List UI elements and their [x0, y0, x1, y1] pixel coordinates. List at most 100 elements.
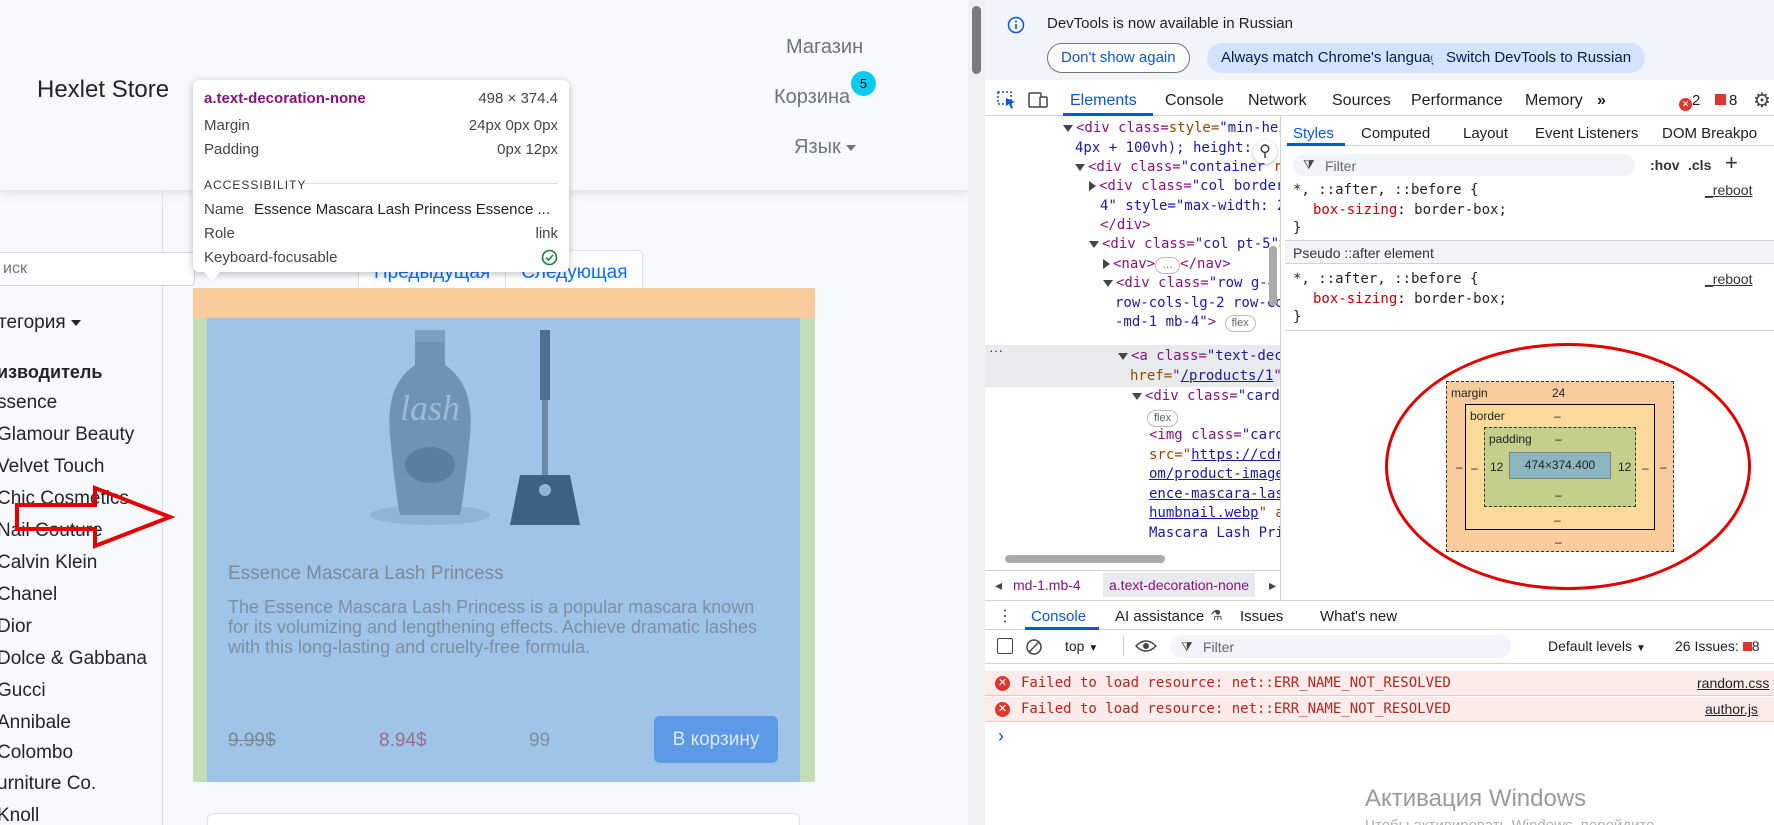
dom-node[interactable]: <div class="col pt-5"> [1089, 236, 1280, 252]
drawer-tab-console[interactable]: Console [1031, 608, 1086, 625]
error-icon: ✕ [995, 702, 1010, 717]
expand-caret-icon [1118, 352, 1128, 360]
add-to-cart-button[interactable]: В корзину [654, 716, 778, 763]
inspect-element-icon[interactable] [997, 91, 1017, 109]
brand-filter-item[interactable]: Glamour Beauty [0, 424, 134, 446]
dom-node[interactable]: <div class="container ro [1075, 159, 1280, 175]
tooltip-pointer [203, 271, 221, 281]
info-icon [1007, 16, 1025, 34]
language-dropdown[interactable]: Язык [794, 136, 856, 159]
eye-icon[interactable] [1135, 639, 1157, 653]
drawer-tab-whats-new[interactable]: What's new [1320, 608, 1397, 625]
style-declaration[interactable]: box-sizing: border-box; [1313, 202, 1507, 218]
tooltip-role-label: Role [204, 225, 235, 242]
collapsed-badge[interactable]: … [1155, 257, 1181, 274]
clear-console-icon[interactable] [1025, 638, 1043, 656]
style-rule-source[interactable]: _reboot [1705, 182, 1752, 198]
issues-summary[interactable]: 26 Issues: 8 [1675, 638, 1760, 654]
dom-node[interactable]: <div class="col border- [1089, 178, 1280, 194]
tab-memory[interactable]: Memory [1525, 92, 1583, 110]
console-filter-input[interactable]: ⧩ Filter [1171, 635, 1511, 658]
console-error-row[interactable]: ✕ Failed to load resource: net::ERR_NAME… [985, 671, 1774, 696]
brand-filter-item[interactable]: Chanel [0, 584, 57, 606]
issues-summary-label: 26 Issues: [1675, 638, 1739, 654]
add-rule-icon[interactable]: + [1725, 150, 1738, 176]
more-tabs-icon[interactable]: » [1597, 92, 1606, 110]
next-product-card[interactable] [207, 813, 800, 825]
tab-computed[interactable]: Computed [1361, 125, 1430, 142]
expand-caret-icon [1103, 279, 1113, 287]
tab-performance[interactable]: Performance [1411, 92, 1503, 110]
tab-elements[interactable]: Elements [1070, 92, 1137, 110]
brand-filter-item[interactable]: Dior [0, 616, 32, 638]
error-counter[interactable]: ✕ 2 [1679, 92, 1700, 111]
switch-to-russian-button[interactable]: Switch DevTools to Russian [1432, 43, 1646, 73]
log-levels-dropdown[interactable]: Default levels ▼ [1548, 638, 1646, 654]
style-declaration[interactable]: box-sizing: border-box; [1313, 291, 1507, 307]
red-arrow-annotation [15, 485, 175, 549]
settings-gear-icon[interactable]: ⚙ [1753, 88, 1771, 113]
flex-badge[interactable]: flex [1147, 410, 1179, 427]
dom-node-cont: flex [1147, 408, 1179, 427]
hov-toggle[interactable]: :hov [1650, 157, 1680, 173]
dom-tree-scroll-thumb[interactable] [1269, 246, 1277, 306]
tab-console[interactable]: Console [1165, 92, 1224, 110]
dom-node[interactable]: <nav>… </nav> [1103, 256, 1231, 274]
page-scroll-thumb[interactable] [972, 6, 981, 74]
brand-filter-item[interactable]: Annibale [0, 712, 71, 734]
svg-text:lash: lash [400, 388, 460, 428]
tab-sources[interactable]: Sources [1332, 92, 1391, 110]
brand-filter-item[interactable]: Calvin Klein [0, 552, 97, 574]
flex-badge[interactable]: flex [1224, 315, 1256, 332]
console-error-source[interactable]: random.css [1697, 671, 1769, 696]
dom-node[interactable]: <div class="row g-4 r [1103, 275, 1280, 291]
dom-node-selected[interactable]: <a class="text-deco [1118, 348, 1280, 364]
brand-filter-item[interactable]: Gucci [0, 680, 46, 702]
tab-network[interactable]: Network [1248, 92, 1307, 110]
styles-filter-input[interactable]: ⧩ Filter [1293, 154, 1635, 176]
console-prompt-icon[interactable]: › [998, 726, 1004, 747]
more-actions-icon[interactable]: ··· [989, 342, 1003, 358]
device-toolbar-icon[interactable] [1028, 91, 1048, 109]
dom-node[interactable]: <div class="card [1132, 388, 1280, 404]
issues-counter[interactable]: 8 [1715, 92, 1737, 109]
sidebar-toggle-icon[interactable] [997, 638, 1013, 654]
dom-node-cont: row-cols-lg-2 row-col [1115, 295, 1281, 311]
page-scrollbar[interactable] [968, 0, 985, 825]
search-input[interactable]: иск [0, 252, 195, 286]
store-brand[interactable]: Hexlet Store [37, 76, 169, 104]
chevron-down-icon [845, 144, 856, 151]
breadcrumb-item[interactable]: md-1.mb-4 [1013, 577, 1081, 593]
brand-filter-item[interactable]: Colombo [0, 742, 73, 764]
console-toolbar: top ▼ ⧩ Filter Default levels ▼ 26 Issue… [985, 630, 1774, 664]
breadcrumb-left-icon[interactable]: ◂ [995, 577, 1002, 594]
drawer-tab-issues[interactable]: Issues [1240, 608, 1283, 625]
style-rule-source[interactable]: _reboot [1705, 271, 1752, 287]
dom-node[interactable]: <div class=style="min-heig [1063, 120, 1280, 136]
tab-styles[interactable]: Styles [1293, 125, 1334, 142]
cls-toggle[interactable]: .cls [1688, 157, 1711, 173]
breadcrumb-item-active[interactable]: a.text-decoration-none [1103, 573, 1256, 597]
drawer-tab-ai-assistance[interactable]: AI assistance [1115, 608, 1204, 625]
tab-layout[interactable]: Layout [1463, 125, 1508, 142]
tab-event-listeners[interactable]: Event Listeners [1535, 125, 1638, 142]
brand-filter-item[interactable]: Dolce & Gabbana [0, 648, 147, 670]
brand-filter-item[interactable]: Velvet Touch [0, 456, 104, 478]
breadcrumb-right-icon[interactable]: ▸ [1269, 577, 1276, 594]
nav-cart-link[interactable]: Корзина [774, 86, 850, 109]
drawer-menu-icon[interactable]: ⋮ [997, 606, 1013, 626]
always-match-language-button[interactable]: Always match Chrome's language [1207, 43, 1462, 73]
context-selector[interactable]: top ▼ [1065, 638, 1098, 654]
console-error-source[interactable]: author.js [1705, 697, 1758, 722]
console-filter-placeholder: Filter [1203, 639, 1235, 655]
dom-node[interactable]: <img class="card [1149, 427, 1280, 443]
nav-shop-link[interactable]: Магазин [786, 36, 863, 59]
brand-filter-item[interactable]: Knoll [0, 805, 39, 825]
dont-show-again-button[interactable]: Don't show again [1047, 43, 1190, 73]
brand-filter-item[interactable]: ssence [0, 392, 57, 414]
tab-dom-breakpoints[interactable]: DOM Breakpo [1662, 125, 1757, 142]
console-error-row[interactable]: ✕ Failed to load resource: net::ERR_NAME… [985, 697, 1774, 722]
dom-tree-hscroll-thumb[interactable] [1005, 555, 1165, 563]
category-dropdown[interactable]: тегория [0, 312, 81, 334]
brand-filter-item[interactable]: urniture Co. [0, 773, 96, 795]
